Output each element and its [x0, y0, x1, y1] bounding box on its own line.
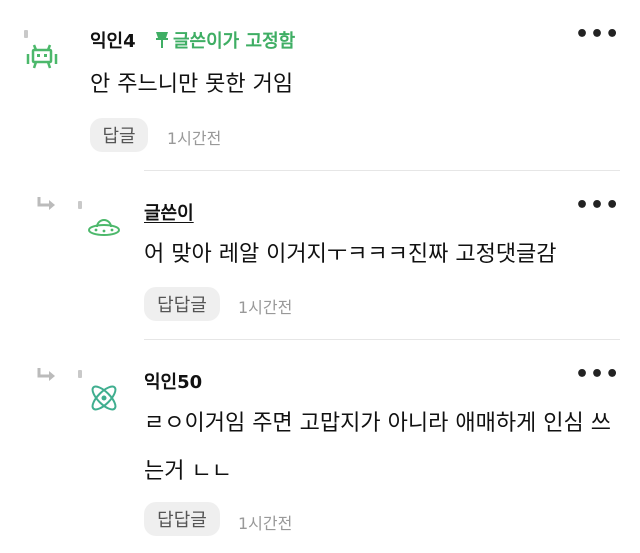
- reply-arrow-icon: [37, 368, 55, 381]
- comment-time: 1시간전: [167, 129, 222, 148]
- comment-item: 익인4 글쓴이가 고정함 ••• 안 주느니만 못한 거임 답글 1시간전: [0, 0, 640, 170]
- more-options-button[interactable]: •••: [575, 193, 620, 218]
- comment-author[interactable]: 익인50: [144, 368, 202, 394]
- ufo-icon: [88, 219, 120, 236]
- comment-text: ㄹㅇ이거임 주면 고맙지가 아니라 애매하게 인심 쓰는거 ㄴㄴ: [144, 411, 612, 484]
- comment-text: 어 맞아 레알 이거지ㅜㅋㅋㅋ진짜 고정댓글감: [144, 242, 557, 267]
- more-options-button[interactable]: •••: [575, 22, 620, 47]
- reply-button[interactable]: 답글: [90, 118, 148, 152]
- indicator-dot: [78, 370, 82, 378]
- reply-button[interactable]: 답답글: [144, 287, 220, 321]
- comment-time: 1시간전: [238, 298, 293, 317]
- comment-text: 안 주느니만 못한 거임: [90, 72, 294, 97]
- comment-author[interactable]: 글쓴이: [144, 199, 194, 225]
- pinned-label: 글쓴이가 고정함: [173, 31, 296, 52]
- reply-button[interactable]: 답답글: [144, 502, 220, 536]
- reply-item: 익인50 ••• ㄹㅇ이거임 주면 고맙지가 아니라 애매하게 인심 쓰는거 ㄴ…: [0, 340, 640, 553]
- comment-author[interactable]: 익인4: [90, 27, 136, 53]
- indicator-dot: [24, 30, 28, 38]
- pin-icon: [156, 32, 168, 48]
- pinned-badge: 글쓴이가 고정함: [153, 27, 295, 53]
- comment-time: 1시간전: [238, 514, 293, 533]
- more-options-button[interactable]: •••: [575, 362, 620, 387]
- space-invader-icon: [26, 44, 58, 69]
- reply-item: 글쓴이 ••• 어 맞아 레알 이거지ㅜㅋㅋㅋ진짜 고정댓글감 답답글 1시간전: [0, 171, 640, 339]
- indicator-dot: [78, 201, 82, 209]
- reply-arrow-icon: [37, 197, 55, 210]
- atom-icon: [91, 385, 117, 411]
